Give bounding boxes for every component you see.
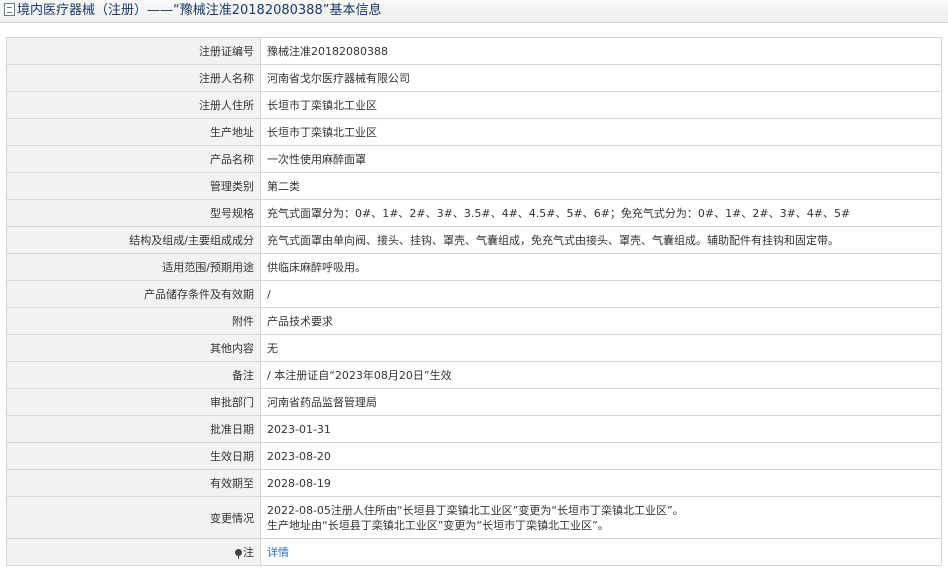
- details-link[interactable]: 详情: [267, 546, 289, 559]
- row-label: 审批部门: [6, 388, 261, 416]
- row-label: 注册人名称: [6, 64, 261, 92]
- registration-info-table: 注册证编号 豫械注准20182080388 注册人名称 河南省戈尔医疗器械有限公司 …: [6, 37, 942, 566]
- change-history-line: 生产地址由“长垣县丁栾镇北工业区”变更为“长垣市丁栾镇北工业区”。: [267, 518, 609, 532]
- row-label: 注册人住所: [6, 91, 261, 119]
- table-row: 附件 产品技术要求: [6, 307, 942, 335]
- change-history-value: 2022-08-05注册人住所由“长垣县丁栾镇北工业区”变更为“长垣市丁栾镇北工…: [260, 496, 942, 539]
- row-label: 有效期至: [6, 469, 261, 497]
- row-label: 产品储存条件及有效期: [6, 280, 261, 308]
- row-label: 附件: [6, 307, 261, 335]
- table-row: 注册证编号 豫械注准20182080388: [6, 37, 942, 65]
- row-value: 长垣市丁栾镇北工业区: [260, 118, 942, 146]
- row-value: 河南省药品监督管理局: [260, 388, 942, 416]
- table-row: 管理类别 第二类: [6, 172, 942, 200]
- row-value: /: [260, 280, 942, 308]
- row-label: 管理类别: [6, 172, 261, 200]
- note-label-cell: 注: [6, 538, 261, 566]
- row-label: 适用范围/预期用途: [6, 253, 261, 281]
- page-header: 境内医疗器械（注册）——“豫械注准20182080388”基本信息: [0, 0, 948, 23]
- row-value: 2023-08-20: [260, 442, 942, 470]
- row-value: 河南省戈尔医疗器械有限公司: [260, 64, 942, 92]
- table-row: 批准日期 2023-01-31: [6, 415, 942, 443]
- row-label: 结构及组成/主要组成成分: [6, 226, 261, 254]
- row-value: 供临床麻醉呼吸用。: [260, 253, 942, 281]
- row-label: 生产地址: [6, 118, 261, 146]
- table-row: 生产地址 长垣市丁栾镇北工业区: [6, 118, 942, 146]
- note-label: 注: [243, 546, 254, 559]
- change-history-label: 变更情况: [6, 496, 261, 539]
- row-value: 豫械注准20182080388: [260, 37, 942, 65]
- table-row: 备注 / 本注册证自“2023年08月20日”生效: [6, 361, 942, 389]
- document-icon: [4, 3, 15, 16]
- pin-icon: [235, 549, 242, 559]
- row-value: / 本注册证自“2023年08月20日”生效: [260, 361, 942, 389]
- row-label: 生效日期: [6, 442, 261, 470]
- row-value: 第二类: [260, 172, 942, 200]
- note-row: 注 详情: [6, 538, 942, 566]
- page-title: 境内医疗器械（注册）——“豫械注准20182080388”基本信息: [17, 3, 382, 18]
- row-label: 型号规格: [6, 199, 261, 227]
- note-value: 详情: [260, 538, 942, 566]
- row-label: 产品名称: [6, 145, 261, 173]
- change-history-line: 2022-08-05注册人住所由“长垣县丁栾镇北工业区”变更为“长垣市丁栾镇北工…: [267, 503, 684, 517]
- table-row: 其他内容无: [6, 334, 942, 362]
- table-row: 生效日期 2023-08-20: [6, 442, 942, 470]
- table-row: 型号规格 充气式面罩分为：0#、1#、2#、3#、3.5#、4#、4.5#、5#、…: [6, 199, 942, 227]
- row-value: 产品技术要求: [260, 307, 942, 335]
- row-value: 充气式面罩分为：0#、1#、2#、3#、3.5#、4#、4.5#、5#、6#；免…: [260, 199, 942, 227]
- row-value: 2023-01-31: [260, 415, 942, 443]
- table-row: 注册人住所 长垣市丁栾镇北工业区: [6, 91, 942, 119]
- row-label: 批准日期: [6, 415, 261, 443]
- table-row: 适用范围/预期用途 供临床麻醉呼吸用。: [6, 253, 942, 281]
- change-history-row: 变更情况 2022-08-05注册人住所由“长垣县丁栾镇北工业区”变更为“长垣市…: [6, 496, 942, 539]
- row-label: 其他内容: [6, 334, 261, 362]
- row-value: 长垣市丁栾镇北工业区: [260, 91, 942, 119]
- table-row: 注册人名称 河南省戈尔医疗器械有限公司: [6, 64, 942, 92]
- row-value: 一次性使用麻醉面罩: [260, 145, 942, 173]
- row-value: 2028-08-19: [260, 469, 942, 497]
- row-value: 无: [260, 334, 942, 362]
- table-row: 产品储存条件及有效期 /: [6, 280, 942, 308]
- row-label: 备注: [6, 361, 261, 389]
- table-row: 结构及组成/主要组成成分 充气式面罩由单向阀、接头、挂钩、罩壳、气囊组成，免充气式…: [6, 226, 942, 254]
- table-row: 产品名称 一次性使用麻醉面罩: [6, 145, 942, 173]
- table-row: 审批部门 河南省药品监督管理局: [6, 388, 942, 416]
- row-label: 注册证编号: [6, 37, 261, 65]
- row-value: 充气式面罩由单向阀、接头、挂钩、罩壳、气囊组成，免充气式由接头、罩壳、气囊组成。…: [260, 226, 942, 254]
- table-row: 有效期至 2028-08-19: [6, 469, 942, 497]
